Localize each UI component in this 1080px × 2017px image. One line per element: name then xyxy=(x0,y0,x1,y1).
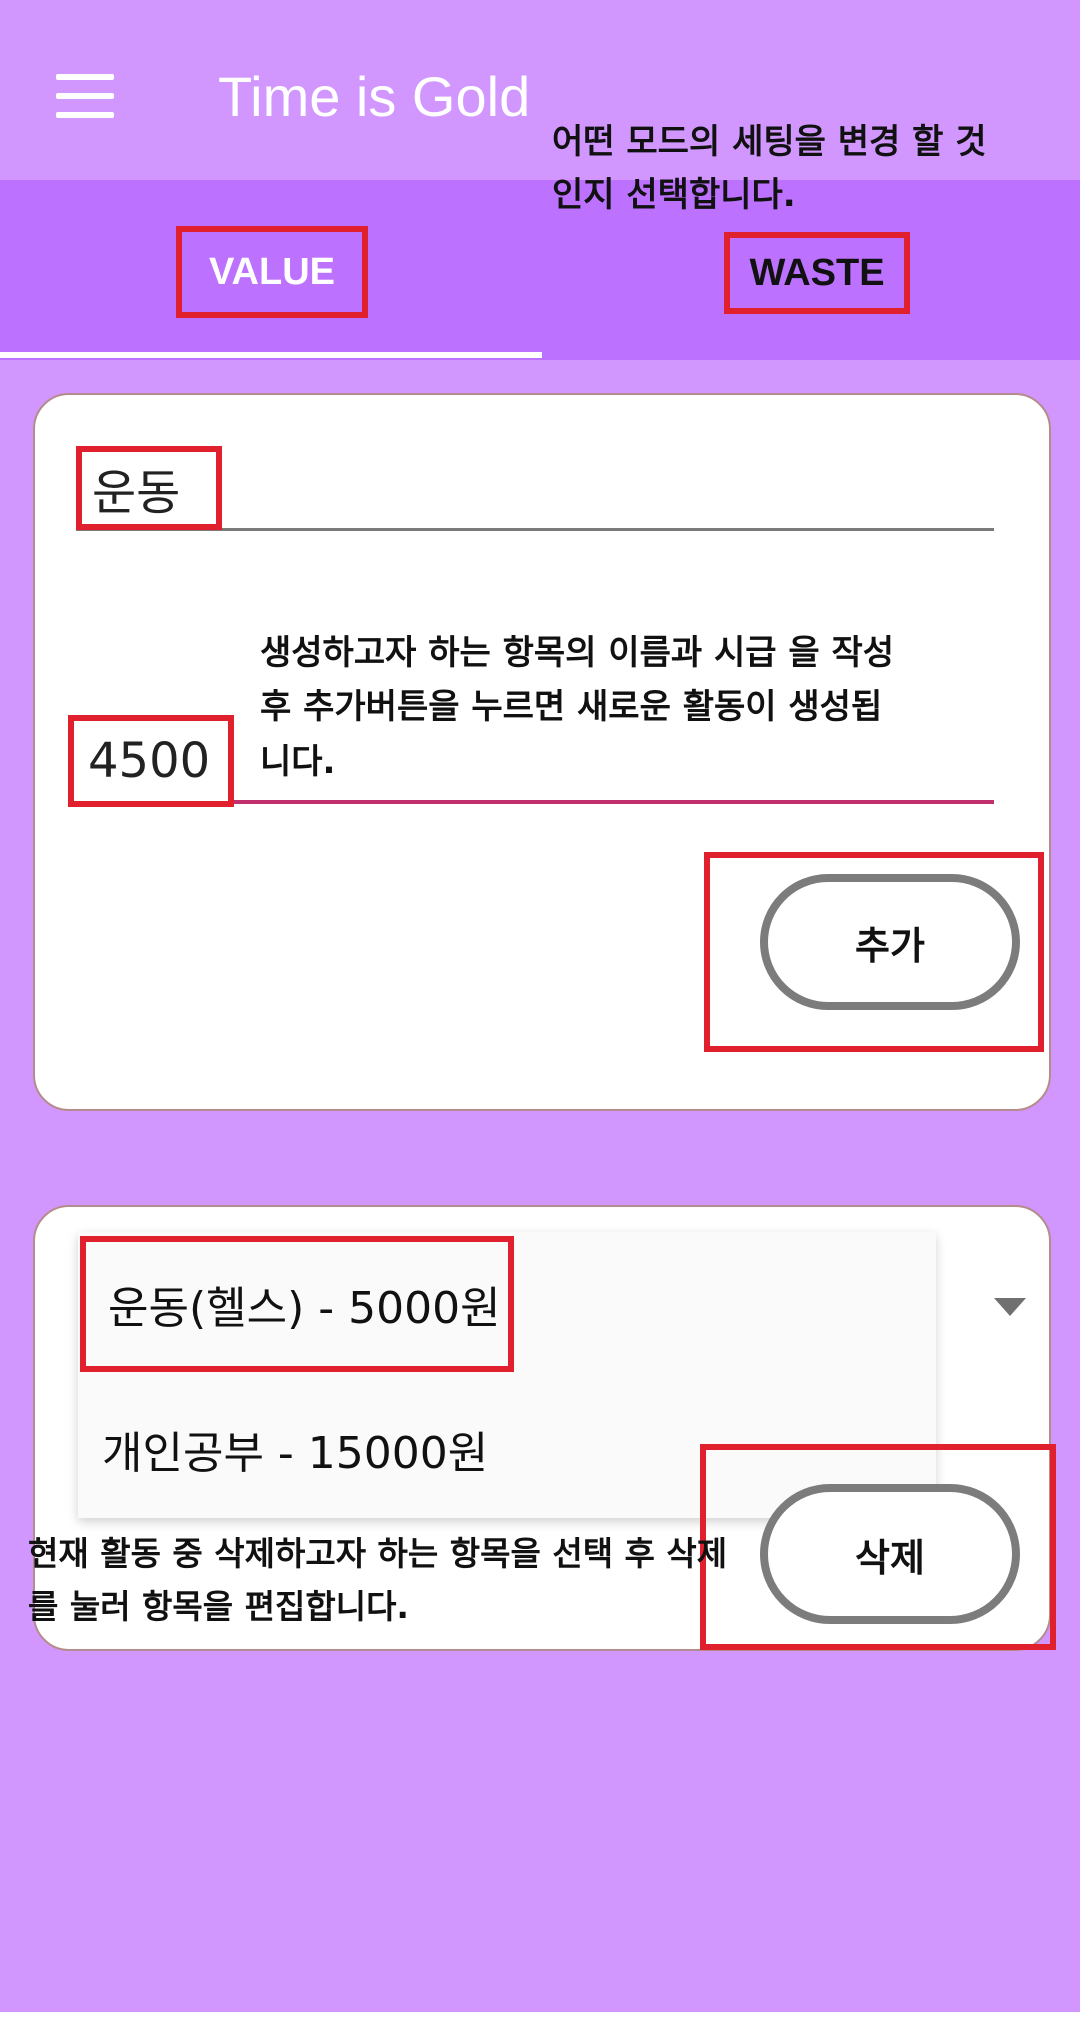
add-button[interactable]: 추가 xyxy=(760,874,1020,1010)
tab-waste[interactable]: WASTE xyxy=(724,232,910,314)
dropdown-option-exercise[interactable]: 운동(헬스) - 5000원 xyxy=(80,1236,514,1372)
annotation-delete: 현재 활동 중 삭제하고자 하는 항목을 선택 후 삭제를 눌러 항목을 편집합… xyxy=(28,1534,728,1626)
dropdown-arrow-icon[interactable] xyxy=(994,1298,1026,1316)
hamburger-menu-icon[interactable] xyxy=(56,74,114,118)
delete-button[interactable]: 삭제 xyxy=(760,1484,1020,1624)
tab-selected-indicator xyxy=(0,352,542,358)
dropdown-option-study[interactable]: 개인공부 - 15000원 xyxy=(80,1384,680,1514)
annotation-tabs: 어떤 모드의 세팅을 변경 할 것인지 선택합니다. xyxy=(552,122,987,215)
app-title: Time is Gold xyxy=(218,65,531,128)
hourly-wage-input[interactable]: 4500 xyxy=(68,715,234,807)
activity-name-input[interactable]: 운동 xyxy=(76,446,222,530)
bottom-edge xyxy=(0,2012,1080,2017)
wage-field-underline xyxy=(230,800,994,804)
annotation-create: 생성하고자 하는 항목의 이름과 시급 을 작성후 추가버튼을 누르면 새로운 … xyxy=(260,633,895,782)
tab-value[interactable]: VALUE xyxy=(176,226,368,318)
